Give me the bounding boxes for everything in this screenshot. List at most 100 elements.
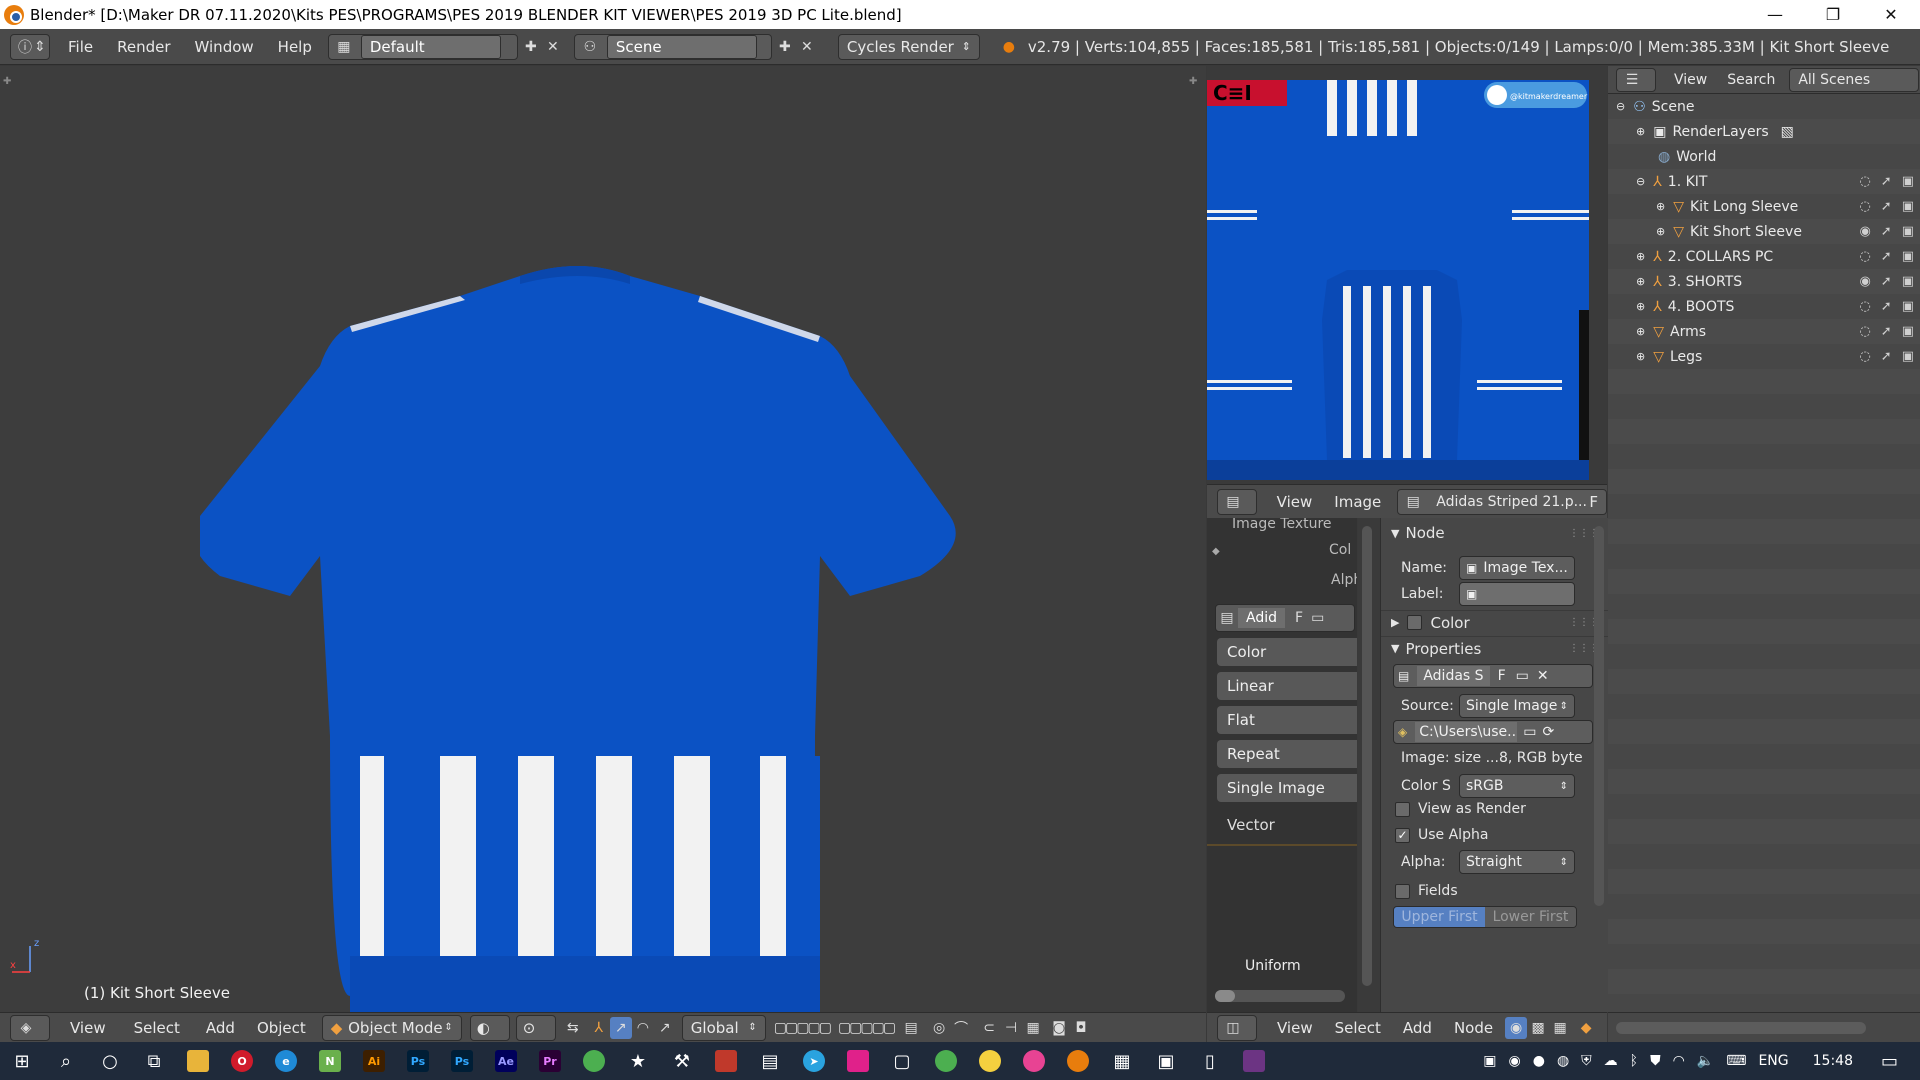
lock-layers-icon[interactable]: ▤: [900, 1017, 922, 1039]
visibility-icon[interactable]: ◌: [1859, 324, 1870, 339]
app-pink-circle-icon[interactable]: [1012, 1042, 1056, 1080]
uv-fake-user-button[interactable]: F: [1589, 493, 1598, 511]
node-editor-scroll-region[interactable]: [1358, 518, 1380, 1012]
opengl-animation-icon[interactable]: ◘: [1070, 1017, 1092, 1039]
select-cursor-icon[interactable]: ➚: [1881, 249, 1892, 264]
outliner-horizontal-scrollbar[interactable]: [1616, 1022, 1866, 1034]
render-camera-icon[interactable]: ▣: [1902, 224, 1914, 239]
layers-grid-icon[interactable]: ▢▢▢▢▢: [774, 1020, 832, 1036]
color-checkbox[interactable]: [1407, 615, 1423, 630]
render-camera-icon[interactable]: ▣: [1902, 199, 1914, 214]
browse-file-icon[interactable]: ▭: [1523, 724, 1536, 740]
tray-app-icon[interactable]: ▣: [1483, 1053, 1496, 1069]
file-explorer-icon[interactable]: [176, 1042, 220, 1080]
open-image-icon[interactable]: ▭: [1516, 668, 1529, 684]
render-camera-icon[interactable]: ▣: [1902, 274, 1914, 289]
layout-name-field[interactable]: Default: [360, 34, 501, 59]
use-alpha-checkbox[interactable]: ✓: [1395, 827, 1410, 843]
uv-menu-image[interactable]: Image: [1326, 489, 1389, 515]
outliner-menu-search[interactable]: Search: [1719, 67, 1783, 93]
properties-scrollbar[interactable]: [1594, 526, 1604, 906]
visibility-icon[interactable]: ◌: [1859, 349, 1870, 364]
telegram-icon[interactable]: ➤: [792, 1042, 836, 1080]
snap-element-icon[interactable]: ⊣: [1000, 1017, 1022, 1039]
menu-render[interactable]: Render: [109, 34, 178, 60]
image-fake-user-button[interactable]: F: [1498, 668, 1506, 684]
wifi-icon[interactable]: ◠: [1673, 1053, 1685, 1069]
collapse-toggle-icon[interactable]: ⊖: [1636, 175, 1645, 188]
render-camera-icon[interactable]: ▣: [1902, 249, 1914, 264]
editor-type-button[interactable]: ◫: [1217, 1014, 1257, 1041]
unlink-image-icon[interactable]: ✕: [1537, 668, 1549, 684]
open-image-icon[interactable]: ▭: [1311, 610, 1324, 626]
expand-arrow-icon[interactable]: ▼: [1391, 527, 1399, 540]
outliner-menu-view[interactable]: View: [1666, 67, 1715, 93]
region-toggle-icon[interactable]: ✚: [3, 76, 11, 87]
falloff-icon[interactable]: ⌒: [950, 1017, 972, 1039]
render-camera-icon[interactable]: ▣: [1902, 299, 1914, 314]
outliner-item[interactable]: ⊕ ▽ Arms ◌ ➚ ▣: [1608, 319, 1920, 344]
vertical-scrollbar[interactable]: [1362, 526, 1372, 986]
expand-toggle-icon[interactable]: ⊕: [1636, 350, 1645, 363]
lower-first-button[interactable]: Lower First: [1485, 907, 1576, 927]
viewport-menu-select[interactable]: Select: [126, 1015, 188, 1041]
scale-icon[interactable]: ↗: [654, 1017, 676, 1039]
outliner-item[interactable]: ⊕ ⅄ 4. BOOTS ◌ ➚ ▣: [1608, 294, 1920, 319]
app-phone-icon[interactable]: ▯: [1188, 1042, 1232, 1080]
properties-section-header[interactable]: Properties: [1405, 640, 1481, 658]
horizontal-scrollbar[interactable]: [1215, 990, 1345, 1002]
photoshop-icon[interactable]: Ps: [396, 1042, 440, 1080]
outliner-display-filter[interactable]: All Scenes: [1789, 67, 1920, 92]
steam-icon[interactable]: ◉: [1509, 1053, 1521, 1069]
expand-toggle-icon[interactable]: ⊕: [1636, 275, 1645, 288]
outliner-item[interactable]: ⊕ ⅄ 3. SHORTS ◉ ➚ ▣: [1608, 269, 1920, 294]
node-section-header[interactable]: Node: [1405, 524, 1444, 542]
editor-type-button[interactable]: ▤: [1217, 488, 1257, 515]
node-option-color[interactable]: Color: [1217, 638, 1357, 666]
pivot-dropdown[interactable]: ⊙: [515, 1014, 556, 1041]
tray-blue-icon[interactable]: ◍: [1557, 1053, 1569, 1069]
node-editor[interactable]: Image Texture Col Alph ◆ ▤ Adid F ▭ Colo…: [1207, 518, 1357, 1012]
opera-icon[interactable]: O: [220, 1042, 264, 1080]
node-option-flat[interactable]: Flat: [1217, 706, 1357, 734]
visibility-icon[interactable]: ◌: [1859, 249, 1870, 264]
close-button[interactable]: ✕: [1862, 0, 1920, 29]
3d-viewport[interactable]: ✚ z x (1) Kit Short Sleeve: [0, 66, 1206, 1012]
uv-image-selector[interactable]: ▤ Adidas Striped 21.p... F: [1397, 488, 1607, 515]
proportional-edit-icon[interactable]: ◎: [928, 1017, 950, 1039]
render-camera-icon[interactable]: ▣: [1902, 324, 1914, 339]
after-effects-icon[interactable]: Ae: [484, 1042, 528, 1080]
app-purple-icon[interactable]: [1232, 1042, 1276, 1080]
outliner-item[interactable]: ⊕ ▽ Kit Long Sleeve ◌ ➚ ▣: [1608, 194, 1920, 219]
volume-icon[interactable]: 🔈: [1697, 1053, 1714, 1069]
viewport-menu-add[interactable]: Add: [198, 1015, 243, 1041]
expand-toggle-icon[interactable]: ⊕: [1656, 200, 1665, 213]
outliner-item[interactable]: ⊖ ⅄ 1. KIT ◌ ➚ ▣: [1608, 169, 1920, 194]
filepath-field[interactable]: ◈ C:\Users\use... ▭ ⟳: [1393, 720, 1593, 744]
uv-image-editor[interactable]: ✚ C≡Ⅰ @kitmakerdreamer: [1189, 66, 1607, 484]
visibility-eye-icon[interactable]: ◉: [1859, 274, 1870, 289]
chrome-icon[interactable]: [924, 1042, 968, 1080]
app-yellow-icon[interactable]: [968, 1042, 1012, 1080]
bluetooth-icon[interactable]: ᛒ: [1630, 1053, 1638, 1069]
onedrive-icon[interactable]: ☁: [1604, 1053, 1618, 1069]
object-shader-icon[interactable]: ◆: [1575, 1017, 1597, 1039]
app-document-icon[interactable]: ▤: [748, 1042, 792, 1080]
clock[interactable]: 15:48: [1813, 1053, 1853, 1069]
app-pink-square-icon[interactable]: [836, 1042, 880, 1080]
app-figure-icon[interactable]: [704, 1042, 748, 1080]
select-cursor-icon[interactable]: ➚: [1881, 324, 1892, 339]
app-network-icon[interactable]: ▣: [1144, 1042, 1188, 1080]
image-datablock-selector[interactable]: ▤ Adidas S F ▭ ✕: [1393, 664, 1593, 688]
app-green-icon[interactable]: [572, 1042, 616, 1080]
mode-dropdown[interactable]: ◆ Object Mode ⇕: [321, 1014, 462, 1041]
expand-toggle-icon[interactable]: ⊕: [1636, 325, 1645, 338]
maximize-button[interactable]: ❐: [1804, 0, 1862, 29]
app-tools-icon[interactable]: ⚒: [660, 1042, 704, 1080]
viewport-menu-object[interactable]: Object: [249, 1015, 314, 1041]
illustrator-icon[interactable]: Ai: [352, 1042, 396, 1080]
translate-icon[interactable]: ↗: [609, 1016, 632, 1039]
uv-menu-view[interactable]: View: [1269, 489, 1321, 515]
language-indicator[interactable]: ENG: [1758, 1053, 1788, 1069]
node-menu-add[interactable]: Add: [1395, 1015, 1440, 1041]
